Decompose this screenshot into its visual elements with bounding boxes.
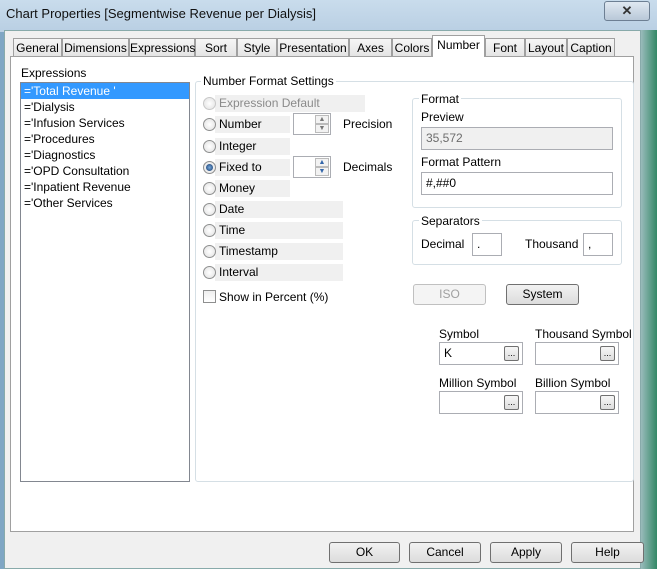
radio-label: Time — [219, 223, 246, 237]
spin-down-icon[interactable]: ▼ — [315, 167, 329, 176]
format-pattern-input[interactable]: #,##0 — [421, 172, 613, 195]
format-pattern-label: Format Pattern — [421, 155, 502, 169]
thousand-separator-input[interactable]: , — [583, 233, 613, 256]
list-item[interactable]: ='Total Revenue ' — [21, 83, 189, 99]
radio-label: Date — [219, 202, 245, 216]
decimal-label: Decimal — [421, 237, 465, 251]
help-button[interactable]: Help — [571, 542, 644, 563]
radio-interval[interactable] — [203, 266, 216, 279]
tab-colors[interactable]: Colors — [392, 38, 432, 57]
tab-dimensions[interactable]: Dimensions — [62, 38, 129, 57]
preview-label: Preview — [421, 110, 464, 124]
symbol-label: Symbol — [439, 327, 480, 341]
spin-down-icon[interactable]: ▼ — [315, 124, 329, 133]
show-percent-label: Show in Percent (%) — [219, 290, 329, 304]
ok-button[interactable]: OK — [329, 542, 400, 563]
million-symbol-label: Million Symbol — [439, 376, 517, 390]
system-button[interactable]: System — [506, 284, 579, 305]
precision-spinner[interactable]: ▲ ▼ — [293, 113, 331, 135]
radio-label: Fixed to — [219, 160, 262, 174]
thousand-symbol-ellipsis-button[interactable]: ... — [600, 346, 615, 361]
tab-sort[interactable]: Sort — [195, 38, 237, 57]
show-percent-checkbox[interactable] — [203, 290, 216, 303]
radio-label: Number — [219, 117, 262, 131]
million-symbol-ellipsis-button[interactable]: ... — [504, 395, 519, 410]
radio-number[interactable] — [203, 118, 216, 131]
cancel-button[interactable]: Cancel — [409, 542, 481, 563]
billion-symbol-ellipsis-button[interactable]: ... — [600, 395, 615, 410]
apply-button[interactable]: Apply — [490, 542, 562, 563]
decimal-separator-input[interactable]: . — [472, 233, 502, 256]
decimals-label: Decimals — [343, 160, 393, 174]
decimals-spinner[interactable]: ▲ ▼ — [293, 156, 331, 178]
spin-up-icon[interactable]: ▲ — [315, 158, 329, 167]
list-item[interactable]: ='OPD Consultation — [21, 163, 189, 179]
list-item[interactable]: ='Dialysis — [21, 99, 189, 115]
tab-general[interactable]: General — [13, 38, 62, 57]
tab-font[interactable]: Font — [485, 38, 525, 57]
radio-date[interactable] — [203, 203, 216, 216]
number-format-legend: Number Format Settings — [201, 74, 336, 88]
symbol-ellipsis-button[interactable]: ... — [504, 346, 519, 361]
billion-symbol-label: Billion Symbol — [535, 376, 611, 390]
format-legend: Format — [419, 92, 462, 106]
thousand-symbol-label: Thousand Symbol — [535, 327, 632, 341]
tab-caption[interactable]: Caption — [567, 38, 615, 57]
radio-integer[interactable] — [203, 140, 216, 153]
tab-axes[interactable]: Axes — [349, 38, 392, 57]
background-window — [641, 30, 657, 569]
radio-fixed-to[interactable] — [203, 161, 216, 174]
iso-button[interactable]: ISO — [413, 284, 486, 305]
radio-label: Interval — [219, 265, 259, 279]
spin-up-icon[interactable]: ▲ — [315, 115, 329, 124]
radio-label: Expression Default — [219, 96, 320, 110]
tab-layout[interactable]: Layout — [525, 38, 567, 57]
list-item[interactable]: ='Other Services — [21, 195, 189, 211]
list-item[interactable]: ='Diagnostics — [21, 147, 189, 163]
radio-timestamp[interactable] — [203, 245, 216, 258]
radio-label: Timestamp — [219, 244, 278, 258]
radio-label: Integer — [219, 139, 257, 153]
radio-money[interactable] — [203, 182, 216, 195]
tab-number[interactable]: Number — [432, 35, 485, 57]
list-item[interactable]: ='Infusion Services — [21, 115, 189, 131]
precision-label: Precision — [343, 117, 393, 131]
radio-expression-default[interactable] — [203, 97, 216, 110]
tab-presentation[interactable]: Presentation — [277, 38, 349, 57]
radio-label: Money — [219, 181, 256, 195]
expressions-label: Expressions — [21, 66, 87, 80]
thousand-label: Thousand — [525, 237, 579, 251]
list-item[interactable]: ='Inpatient Revenue — [21, 179, 189, 195]
list-item[interactable]: ='Procedures — [21, 131, 189, 147]
close-icon[interactable]: ✕ — [604, 1, 650, 21]
window-title: Chart Properties [Segmentwise Revenue pe… — [6, 6, 316, 21]
separators-legend: Separators — [419, 214, 482, 228]
radio-time[interactable] — [203, 224, 216, 237]
tab-style[interactable]: Style — [237, 38, 277, 57]
expressions-list[interactable]: ='Total Revenue ' ='Dialysis ='Infusion … — [20, 82, 190, 482]
preview-field: 35,572 — [421, 127, 613, 150]
tab-expressions[interactable]: Expressions — [129, 38, 195, 57]
